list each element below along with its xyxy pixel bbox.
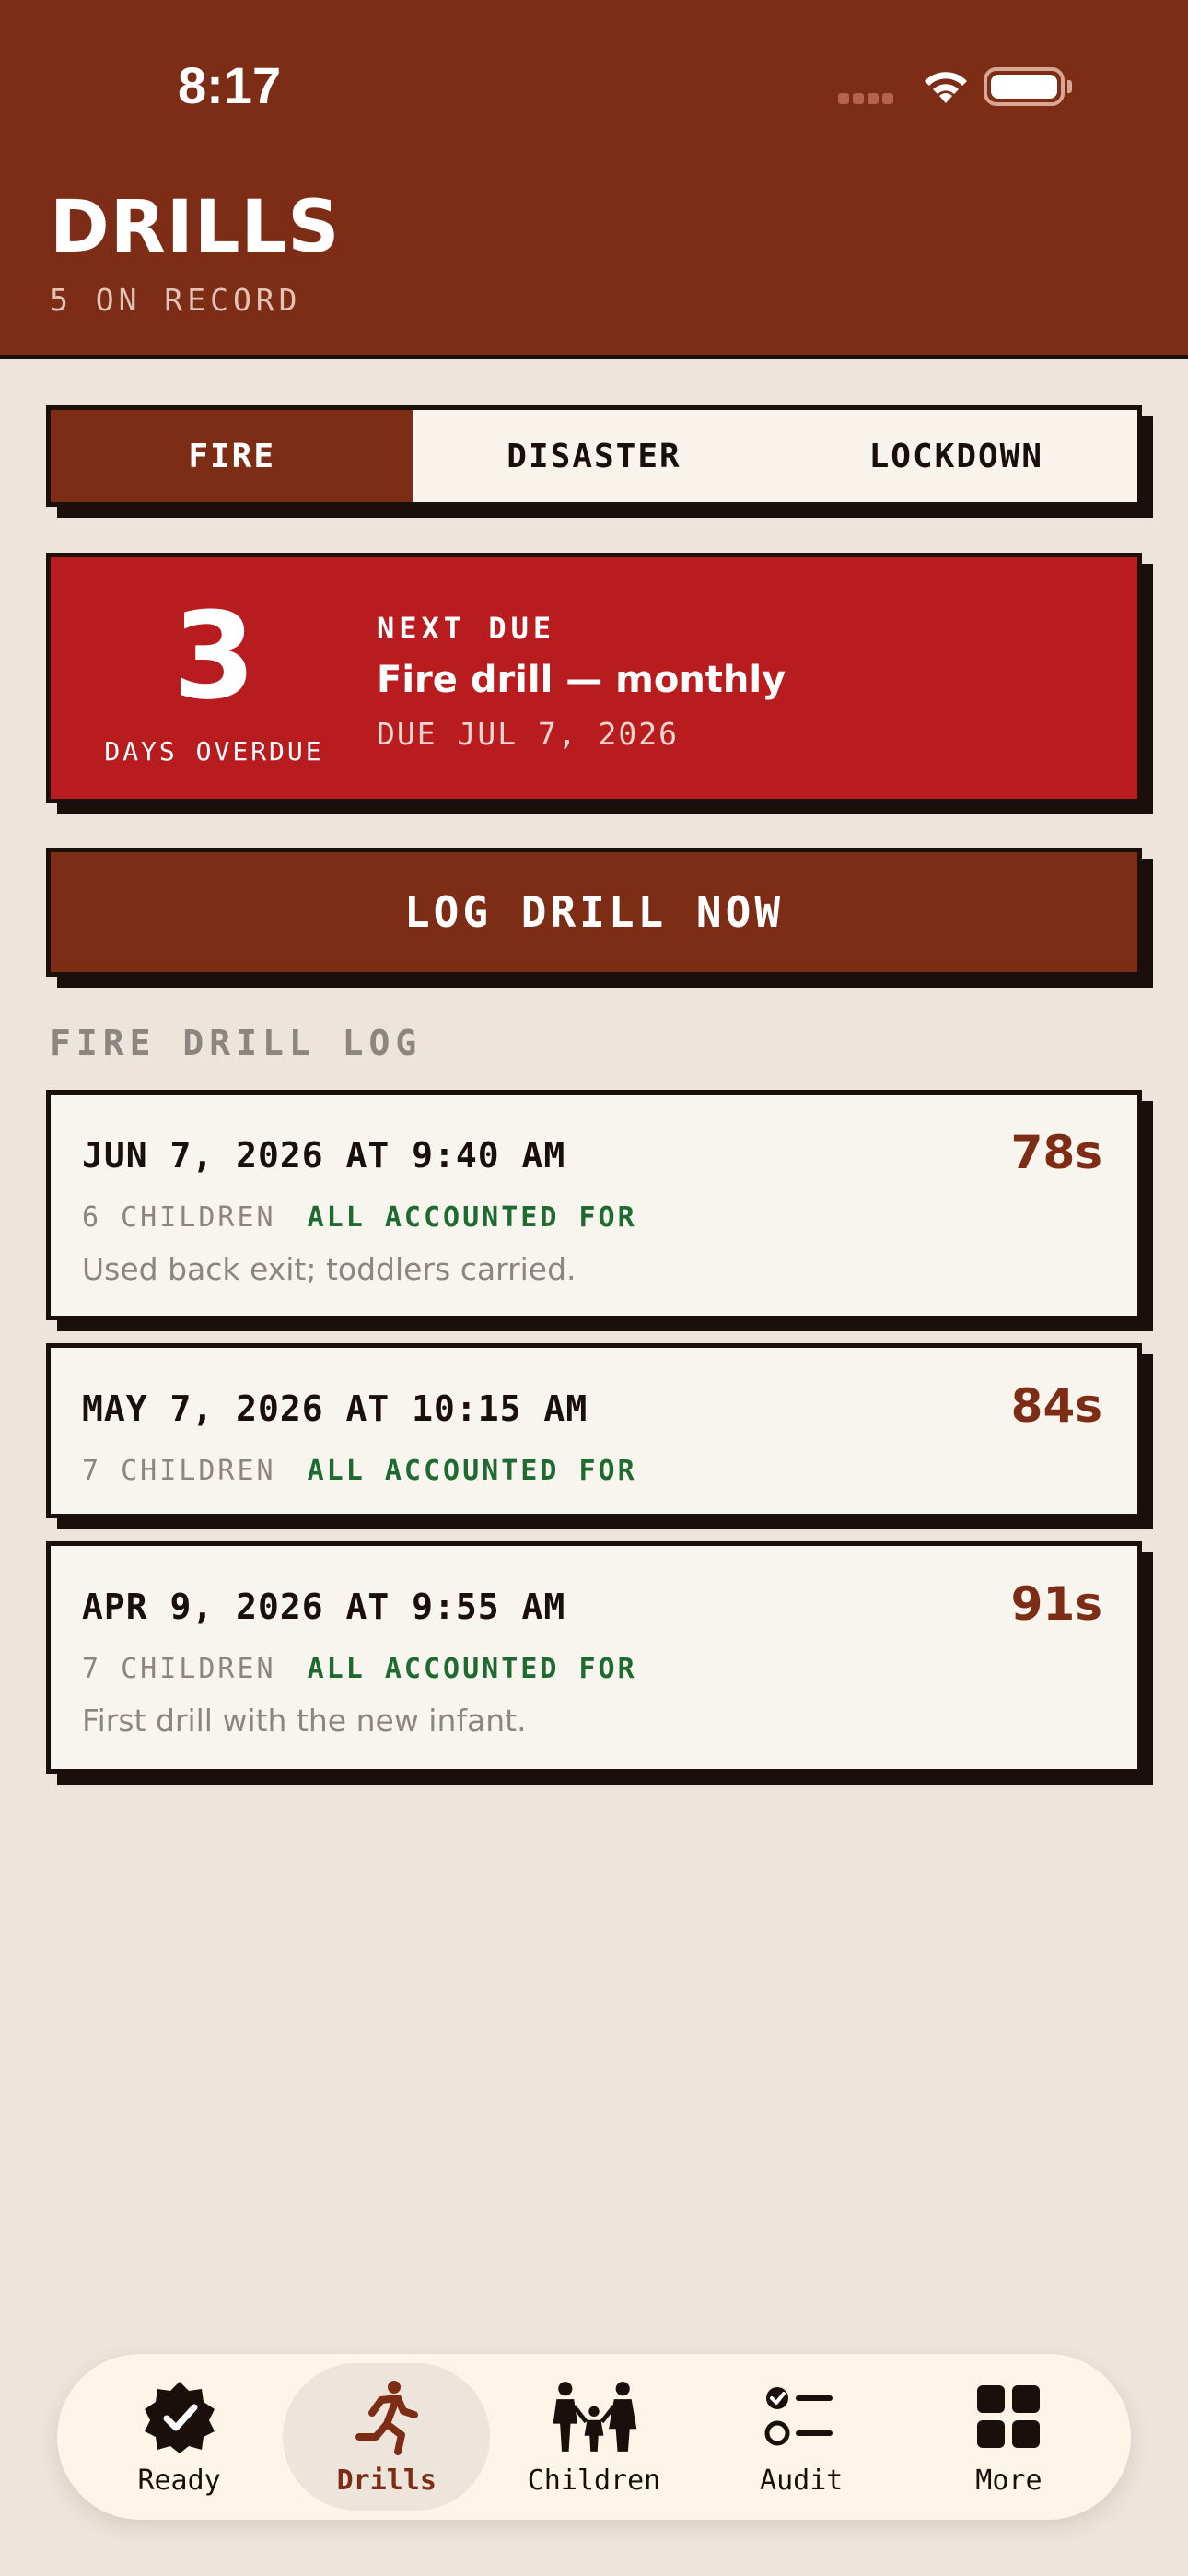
entry-note: First drill with the new infant.: [82, 1703, 527, 1739]
segment-disaster[interactable]: DISASTER: [413, 410, 775, 502]
overdue-days-count: 3: [172, 586, 256, 726]
header: 8:17 DRILLS 5 ON RECORD: [0, 0, 1188, 359]
entry-children-count: 6 CHILDREN: [82, 1201, 276, 1234]
tab-label: Children: [527, 2464, 661, 2497]
tab-drills[interactable]: Drills: [283, 2363, 491, 2511]
checklist-icon: [764, 2386, 833, 2445]
entry-date: JUN 7, 2026 AT 9:40 AM: [82, 1135, 566, 1176]
segment-lockdown[interactable]: LOCKDOWN: [775, 410, 1137, 502]
entry-meta: 7 CHILDREN ALL ACCOUNTED FOR: [82, 1455, 637, 1487]
next-due-title: Fire drill — monthly: [377, 659, 786, 701]
tab-label: Drills: [336, 2464, 437, 2497]
family-icon: [553, 2381, 637, 2452]
log-drill-button[interactable]: LOG DRILL NOW: [46, 848, 1142, 977]
record-count: 5 ON RECORD: [50, 282, 302, 318]
wifi-icon: [925, 72, 967, 103]
battery-icon: [984, 67, 1072, 106]
next-due-kicker: NEXT DUE: [377, 611, 556, 646]
drill-log-entry[interactable]: JUN 7, 2026 AT 9:40 AM 78s 6 CHILDREN ALL…: [46, 1090, 1142, 1320]
entry-duration: 78s: [1010, 1126, 1102, 1179]
section-title: FIRE DRILL LOG: [50, 1023, 423, 1063]
status-icons: [838, 64, 1077, 111]
tab-ready[interactable]: Ready: [76, 2363, 283, 2511]
entry-date: MAY 7, 2026 AT 10:15 AM: [82, 1388, 588, 1429]
tab-more[interactable]: More: [905, 2363, 1112, 2511]
tab-label: Audit: [760, 2464, 844, 2497]
entry-status: ALL ACCOUNTED FOR: [307, 1455, 637, 1487]
entry-status: ALL ACCOUNTED FOR: [307, 1653, 637, 1685]
page-title: DRILLS: [50, 186, 341, 269]
drill-type-segmented-control: FIRE DISASTER LOCKDOWN: [46, 405, 1142, 507]
tab-label: Ready: [137, 2464, 221, 2497]
tab-bar: Ready Drills Children Audit More: [57, 2354, 1131, 2520]
tab-audit[interactable]: Audit: [698, 2363, 905, 2511]
entry-note: Used back exit; toddlers carried.: [82, 1251, 577, 1287]
tab-label: More: [975, 2464, 1042, 2497]
next-due-card: 3 DAYS OVERDUE NEXT DUE Fire drill — mon…: [46, 553, 1142, 803]
verified-badge-icon: [144, 2381, 215, 2453]
entry-meta: 7 CHILDREN ALL ACCOUNTED FOR: [82, 1653, 637, 1685]
entry-duration: 84s: [1010, 1379, 1102, 1433]
entry-children-count: 7 CHILDREN: [82, 1653, 276, 1685]
entry-children-count: 7 CHILDREN: [82, 1455, 276, 1487]
tab-children[interactable]: Children: [490, 2363, 697, 2511]
next-due-date: DUE JUL 7, 2026: [377, 716, 680, 752]
segment-fire[interactable]: FIRE: [51, 410, 413, 502]
grid-icon: [977, 2384, 1041, 2448]
overdue-days-label: DAYS OVERDUE: [104, 736, 324, 767]
drill-log-entry[interactable]: APR 9, 2026 AT 9:55 AM 91s 7 CHILDREN ALL…: [46, 1541, 1142, 1774]
entry-status: ALL ACCOUNTED FOR: [307, 1201, 637, 1234]
drill-log-entry[interactable]: MAY 7, 2026 AT 10:15 AM 84s 7 CHILDREN AL…: [46, 1343, 1142, 1518]
entry-duration: 91s: [1010, 1577, 1102, 1631]
running-person-icon: [355, 2380, 418, 2455]
entry-meta: 6 CHILDREN ALL ACCOUNTED FOR: [82, 1201, 637, 1234]
cellular-signal-icon: [838, 92, 897, 109]
status-time: 8:17: [178, 56, 282, 114]
entry-date: APR 9, 2026 AT 9:55 AM: [82, 1587, 566, 1627]
